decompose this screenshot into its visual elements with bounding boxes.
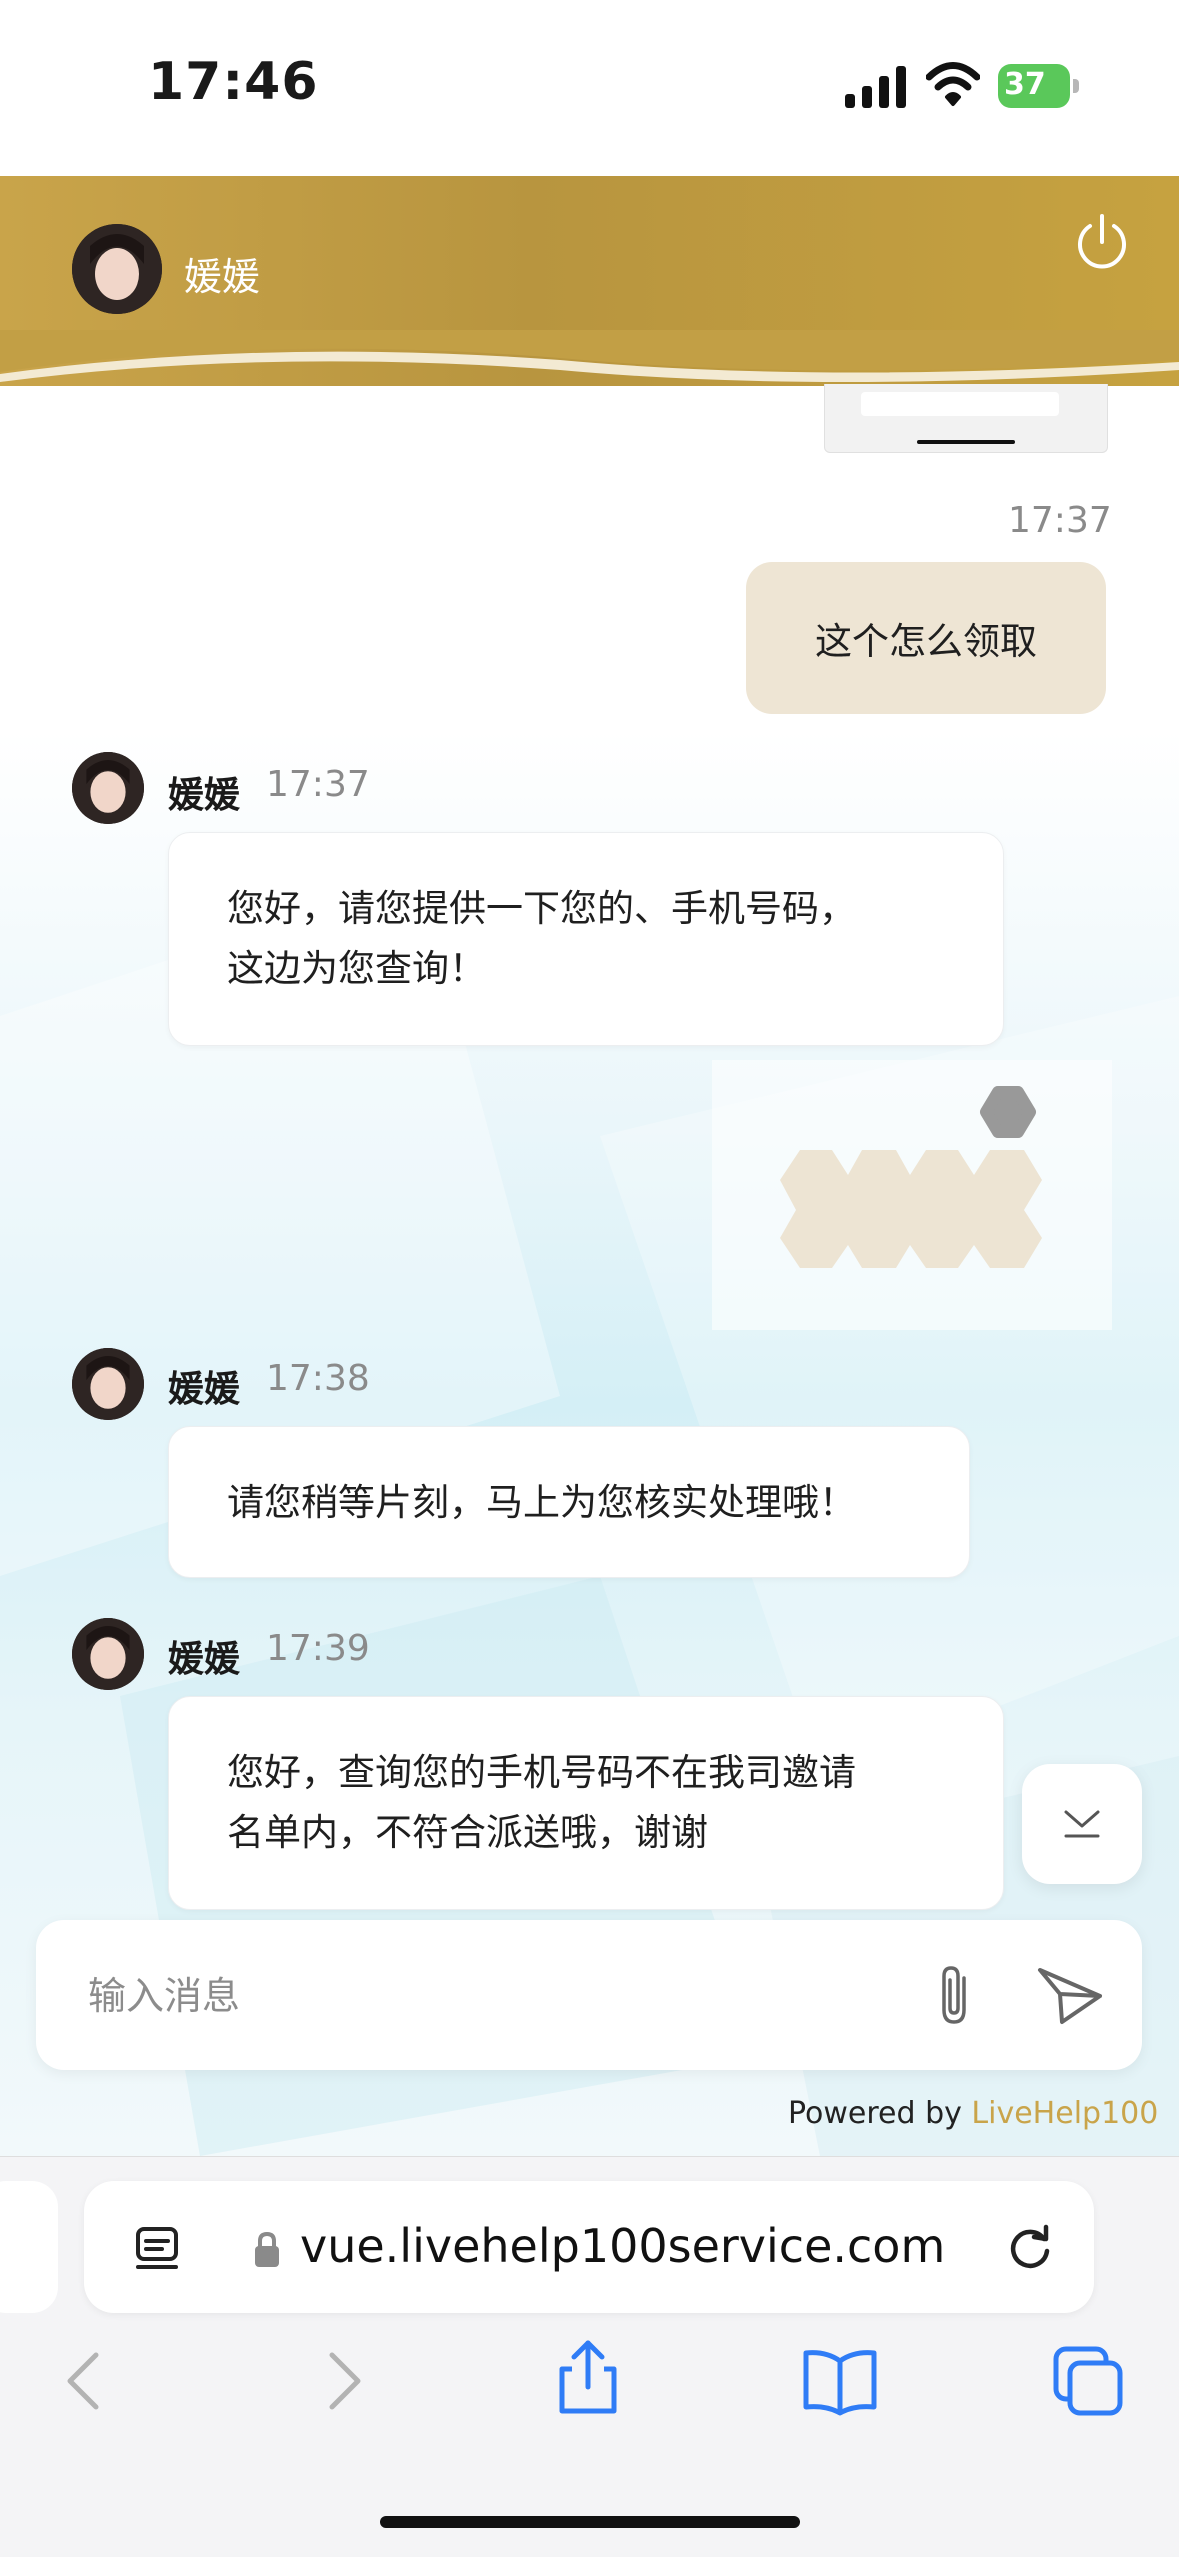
status-bar: 17:46 37 <box>0 0 1179 176</box>
tabs-icon[interactable] <box>1048 2341 1128 2421</box>
message-time: 17:37 <box>266 764 370 805</box>
message-time: 17:37 <box>1008 500 1112 541</box>
powered-by-brand[interactable]: LiveHelp100 <box>971 2096 1158 2131</box>
agent-avatar <box>72 752 144 824</box>
message-text: 这个怎么领取 <box>815 620 1037 663</box>
message-time: 17:39 <box>266 1628 370 1669</box>
paperclip-icon[interactable] <box>920 1960 992 2032</box>
agent-avatar <box>72 1618 144 1690</box>
power-icon[interactable] <box>1070 210 1134 274</box>
preview-input <box>861 392 1059 416</box>
scroll-to-bottom-button[interactable] <box>1022 1764 1142 1884</box>
message-composer <box>36 1920 1142 2070</box>
wifi-icon <box>926 62 980 106</box>
powered-by: Powered by LiveHelp100 <box>788 2096 1158 2131</box>
message-line: 您好，查询您的手机号码不在我司邀请 <box>227 1751 856 1794</box>
chevron-down-icon <box>1064 1810 1100 1838</box>
message-line: 您好，请您提供一下您的、手机号码， <box>227 887 856 930</box>
powered-by-prefix: Powered by <box>788 2096 972 2131</box>
send-icon[interactable] <box>1032 1960 1108 2032</box>
sender-name: 媛媛 <box>168 1369 241 1410</box>
hexagon-image <box>780 1086 1042 1268</box>
outgoing-image-message[interactable] <box>712 1060 1112 1330</box>
outgoing-message-bubble[interactable]: 这个怎么领取 <box>746 562 1106 714</box>
battery-indicator: 37 <box>998 64 1080 108</box>
battery-level: 37 <box>1004 67 1046 102</box>
message-input[interactable] <box>86 1962 870 2030</box>
url-text[interactable]: vue.livehelp100service.com <box>300 2219 945 2273</box>
message-line: 这边为您查询！ <box>227 947 486 990</box>
incoming-message-bubble[interactable]: 请您稍等片刻，马上为您核实处理哦！ <box>168 1426 970 1578</box>
battery-tip <box>1073 79 1079 93</box>
message-time: 17:38 <box>266 1358 370 1399</box>
reader-icon[interactable] <box>132 2223 182 2273</box>
bookmarks-icon[interactable] <box>800 2341 880 2421</box>
previous-tab-peek[interactable] <box>0 2181 58 2313</box>
incoming-message-bubble[interactable]: 您好，请您提供一下您的、手机号码， 这边为您查询！ <box>168 832 1004 1046</box>
sender-name: 媛媛 <box>168 1639 241 1680</box>
agent-avatar <box>72 1348 144 1420</box>
signal-icon <box>845 66 906 108</box>
home-indicator <box>380 2516 800 2528</box>
address-bar[interactable]: vue.livehelp100service.com <box>84 2181 1094 2313</box>
lock-icon <box>255 2231 279 2267</box>
incoming-message-bubble[interactable]: 您好，查询您的手机号码不在我司邀请 名单内，不符合派送哦，谢谢 <box>168 1696 1004 1910</box>
image-preview-thumbnail[interactable] <box>824 384 1108 453</box>
status-time: 17:46 <box>148 52 319 112</box>
share-icon[interactable] <box>548 2337 628 2417</box>
reload-icon[interactable] <box>1004 2221 1056 2273</box>
message-line: 名单内，不符合派送哦，谢谢 <box>227 1811 708 1854</box>
agent-name: 媛媛 <box>184 255 261 299</box>
back-icon[interactable] <box>48 2341 128 2421</box>
browser-toolbar: vue.livehelp100service.com <box>0 2156 1179 2557</box>
forward-icon[interactable] <box>300 2341 380 2421</box>
sender-name: 媛媛 <box>168 775 241 816</box>
agent-avatar <box>72 224 162 314</box>
message-line: 请您稍等片刻，马上为您核实处理哦！ <box>227 1481 856 1524</box>
preview-home-bar <box>917 440 1015 444</box>
